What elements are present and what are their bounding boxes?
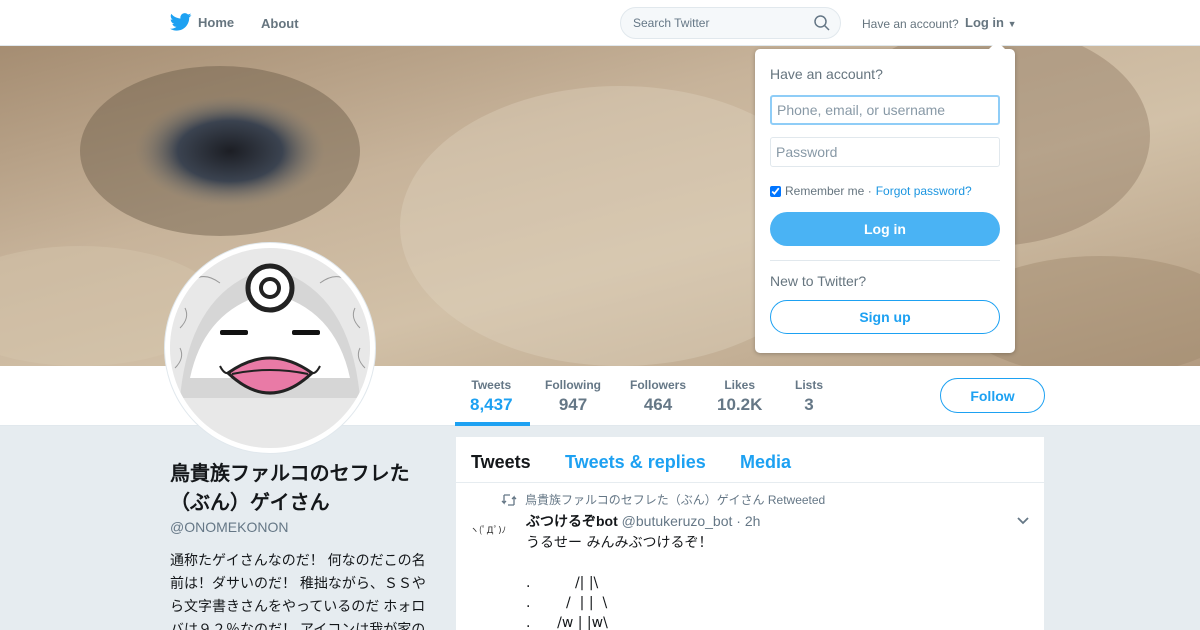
stat-value: 947 [558, 395, 588, 414]
dropdown-caret [989, 41, 1005, 49]
have-account-text: Have an account? [862, 17, 959, 31]
tweet-author-handle[interactable]: @butukeruzo_bot [622, 513, 733, 529]
stat-likes[interactable]: Likes 10.2K [717, 378, 762, 415]
tweet-header: ぶつけるぞbot @butukeruzo_bot · 2h [526, 511, 760, 531]
profile-handle[interactable]: @ONOMEKONON [170, 519, 288, 535]
new-to-twitter-text: New to Twitter? [770, 273, 867, 289]
stat-label: Followers [630, 378, 687, 392]
search-box [620, 7, 841, 39]
stat-label: Following [545, 378, 601, 392]
stat-value: 10.2K [717, 395, 763, 414]
password-field[interactable] [770, 137, 1000, 167]
remember-me-checkbox[interactable] [770, 185, 781, 197]
username-field[interactable] [770, 95, 1000, 125]
tab-media[interactable]: Media [740, 452, 791, 473]
divider [770, 260, 1000, 261]
caret-down-icon: ▼ [1007, 19, 1017, 29]
nav-home-label: Home [198, 14, 235, 30]
stat-following[interactable]: Following 947 [545, 378, 601, 415]
stat-label: Likes [724, 378, 756, 392]
stat-label: Tweets [471, 378, 512, 392]
active-stat-indicator [455, 422, 530, 426]
stat-value: 8,437 [470, 395, 513, 414]
top-nav-bar: Home About Have an account? Log in ▼ [0, 0, 1200, 46]
tweet-timestamp[interactable]: · 2h [736, 513, 760, 529]
avatar-illustration [170, 248, 370, 448]
stat-tweets[interactable]: Tweets 8,437 [470, 378, 513, 415]
stat-value: 464 [643, 395, 673, 414]
remember-me-row: Remember me · Forgot password? [770, 184, 972, 198]
login-button[interactable]: Log in [770, 212, 1000, 246]
profile-name: 鳥貴族ファルコのセフレた（ぶん）ゲイさん [170, 463, 410, 514]
retweet-icon [501, 493, 517, 506]
stat-value: 3 [804, 395, 814, 414]
signup-button[interactable]: Sign up [770, 300, 1000, 334]
login-toggle-label: Log in [965, 15, 1004, 30]
chevron-down-icon[interactable] [1016, 513, 1030, 527]
search-input[interactable] [633, 8, 813, 38]
login-dropdown: Have an account? Remember me · Forgot pa… [755, 41, 1015, 353]
tweet-author-avatar[interactable]: ヽ(ﾟДﾟ)ﾉ [470, 523, 512, 555]
twitter-bird-icon [170, 13, 192, 31]
stat-lists[interactable]: Lists 3 [795, 378, 823, 415]
profile-avatar[interactable] [165, 243, 375, 453]
retweet-label: 鳥貴族ファルコのセフレた（ぶん）ゲイさん Retweeted [525, 493, 826, 507]
search-icon[interactable] [814, 15, 830, 31]
forgot-password-link[interactable]: Forgot password? [876, 184, 972, 198]
login-title: Have an account? [770, 66, 883, 82]
profile-bio: 通称たゲイさんなのだ！ 何なのだこの名前は！ダサいのだ！ 稚拙ながら、ＳＳやら文… [170, 552, 426, 630]
timeline: Tweets Tweets & replies Media 鳥貴族ファルコのセフ… [456, 437, 1044, 630]
nav-about-link[interactable]: About [261, 16, 299, 31]
retweet-context: 鳥貴族ファルコのセフレた（ぶん）ゲイさん Retweeted [501, 491, 825, 508]
stat-followers[interactable]: Followers 464 [630, 378, 686, 415]
tab-tweets-and-replies[interactable]: Tweets & replies [565, 452, 706, 473]
tweet-text: うるせー みんみぶつけるぞ！ . /| |\ . / | | \ . /w | … [526, 535, 713, 630]
remember-me-label: Remember me · [785, 184, 872, 198]
nav-home-link[interactable]: Home [170, 13, 234, 31]
stat-label: Lists [795, 378, 824, 392]
follow-button[interactable]: Follow [940, 378, 1045, 413]
tweet-author-name[interactable]: ぶつけるぞbot [526, 513, 618, 529]
timeline-tabs: Tweets Tweets & replies Media [456, 437, 1044, 483]
login-dropdown-toggle[interactable]: Log in ▼ [965, 15, 1017, 30]
tab-tweets[interactable]: Tweets [471, 452, 531, 473]
